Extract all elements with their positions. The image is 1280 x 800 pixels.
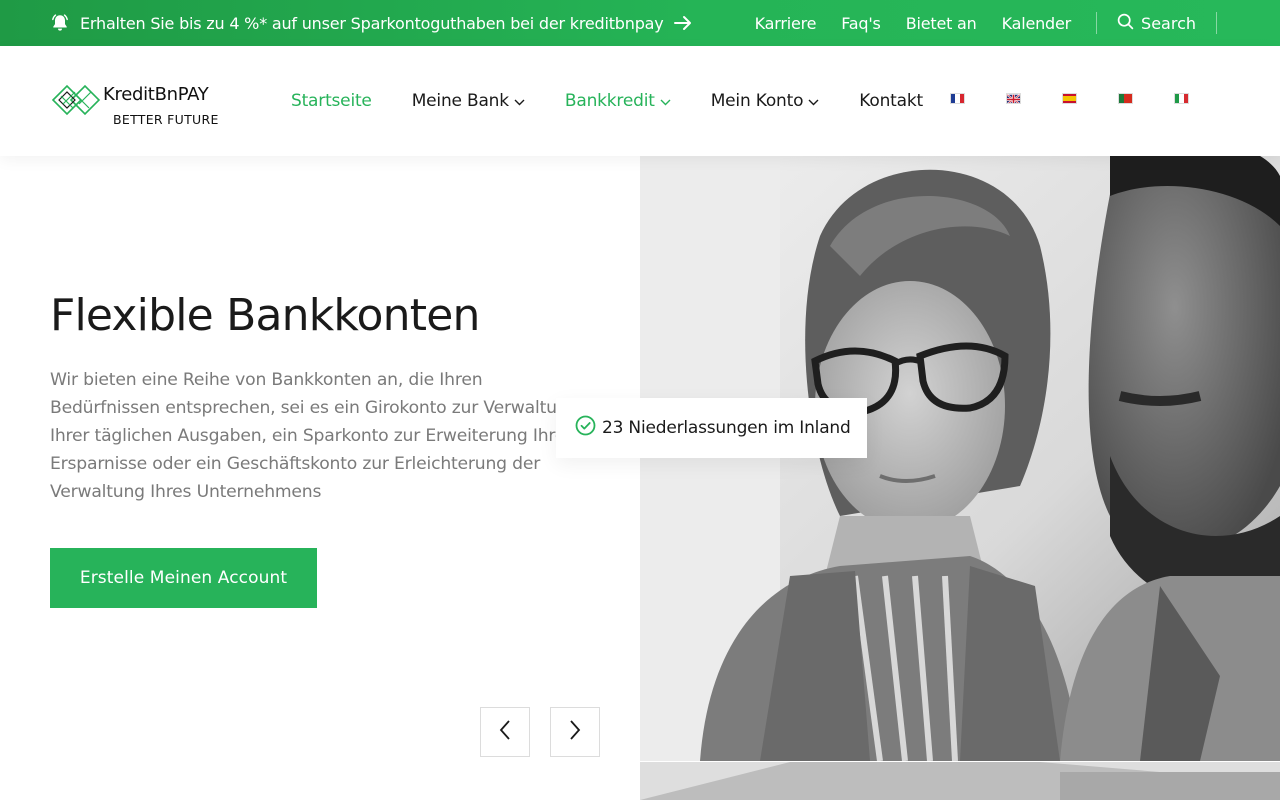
chevron-left-icon — [499, 720, 511, 744]
language-switcher — [950, 93, 1189, 104]
top-bar: Erhalten Sie bis zu 4 %* auf unser Spark… — [0, 0, 1280, 46]
chevron-right-icon — [569, 720, 581, 744]
nav-item-startseite[interactable]: Startseite — [291, 91, 372, 111]
top-link-kalender[interactable]: Kalender — [1002, 14, 1072, 33]
arrow-right-icon — [673, 15, 692, 31]
nav-item-label: Bankkredit — [564, 91, 655, 111]
promo-link[interactable]: Erhalten Sie bis zu 4 %* auf unser Spark… — [50, 0, 692, 46]
bell-icon — [50, 13, 70, 33]
nav-item-kontakt[interactable]: Kontakt — [859, 91, 923, 111]
check-circle-icon — [575, 415, 596, 441]
main-header: KreditBnPAY BETTER FUTURE Startseite Mei… — [0, 46, 1280, 156]
hero-image — [640, 156, 1280, 761]
hero-description: Wir bieten eine Reihe von Bankkonten an,… — [50, 370, 579, 502]
nav-item-label: Mein Konto — [710, 91, 804, 111]
nav-item-meine-bank[interactable]: Meine Bank — [412, 91, 525, 111]
nav-item-label: Meine Bank — [411, 91, 509, 111]
chevron-down-icon — [514, 91, 525, 111]
nav-item-mein-konto[interactable]: Mein Konto — [711, 91, 820, 111]
slider-next-button[interactable] — [550, 707, 600, 757]
main-nav: Startseite Meine Bank Bankkredit Mein Ko… — [291, 46, 923, 156]
logo-mark-icon — [51, 84, 101, 116]
nav-item-bankkredit[interactable]: Bankkredit — [565, 91, 671, 111]
branches-badge: 23 Niederlassungen im Inland — [556, 398, 867, 458]
flag-pt-icon[interactable] — [1118, 93, 1133, 104]
top-link-faqs[interactable]: Faq's — [841, 14, 881, 33]
nav-item-label: Startseite — [291, 91, 372, 111]
logo-tagline: BETTER FUTURE — [113, 112, 219, 127]
top-link-karriere[interactable]: Karriere — [755, 14, 817, 33]
top-links: Karriere Faq's Bietet an Kalender Search — [755, 0, 1280, 46]
top-link-bietet-an[interactable]: Bietet an — [906, 14, 977, 33]
chevron-down-icon — [808, 91, 819, 111]
search-button[interactable]: Search — [1097, 13, 1216, 34]
flag-es-icon[interactable] — [1062, 93, 1077, 104]
create-account-button[interactable]: Erstelle Meinen Account — [50, 548, 317, 608]
slider-prev-button[interactable] — [480, 707, 530, 757]
logo[interactable]: KreditBnPAY BETTER FUTURE — [51, 82, 231, 128]
badge-text: 23 Niederlassungen im Inland — [602, 418, 851, 438]
search-label: Search — [1141, 13, 1196, 33]
search-icon — [1117, 13, 1134, 34]
chevron-down-icon — [660, 91, 671, 111]
flag-gb-icon[interactable] — [1006, 93, 1021, 104]
flag-fr-icon[interactable] — [950, 93, 965, 104]
divider — [1216, 12, 1217, 34]
hero-title: Flexible Bankkonten — [50, 290, 480, 341]
promo-text: Erhalten Sie bis zu 4 %* auf unser Spark… — [80, 13, 664, 33]
logo-name: KreditBnPAY — [103, 84, 209, 105]
nav-item-label: Kontakt — [859, 91, 923, 111]
flag-it-icon[interactable] — [1174, 93, 1189, 104]
secondary-image — [640, 762, 1280, 800]
